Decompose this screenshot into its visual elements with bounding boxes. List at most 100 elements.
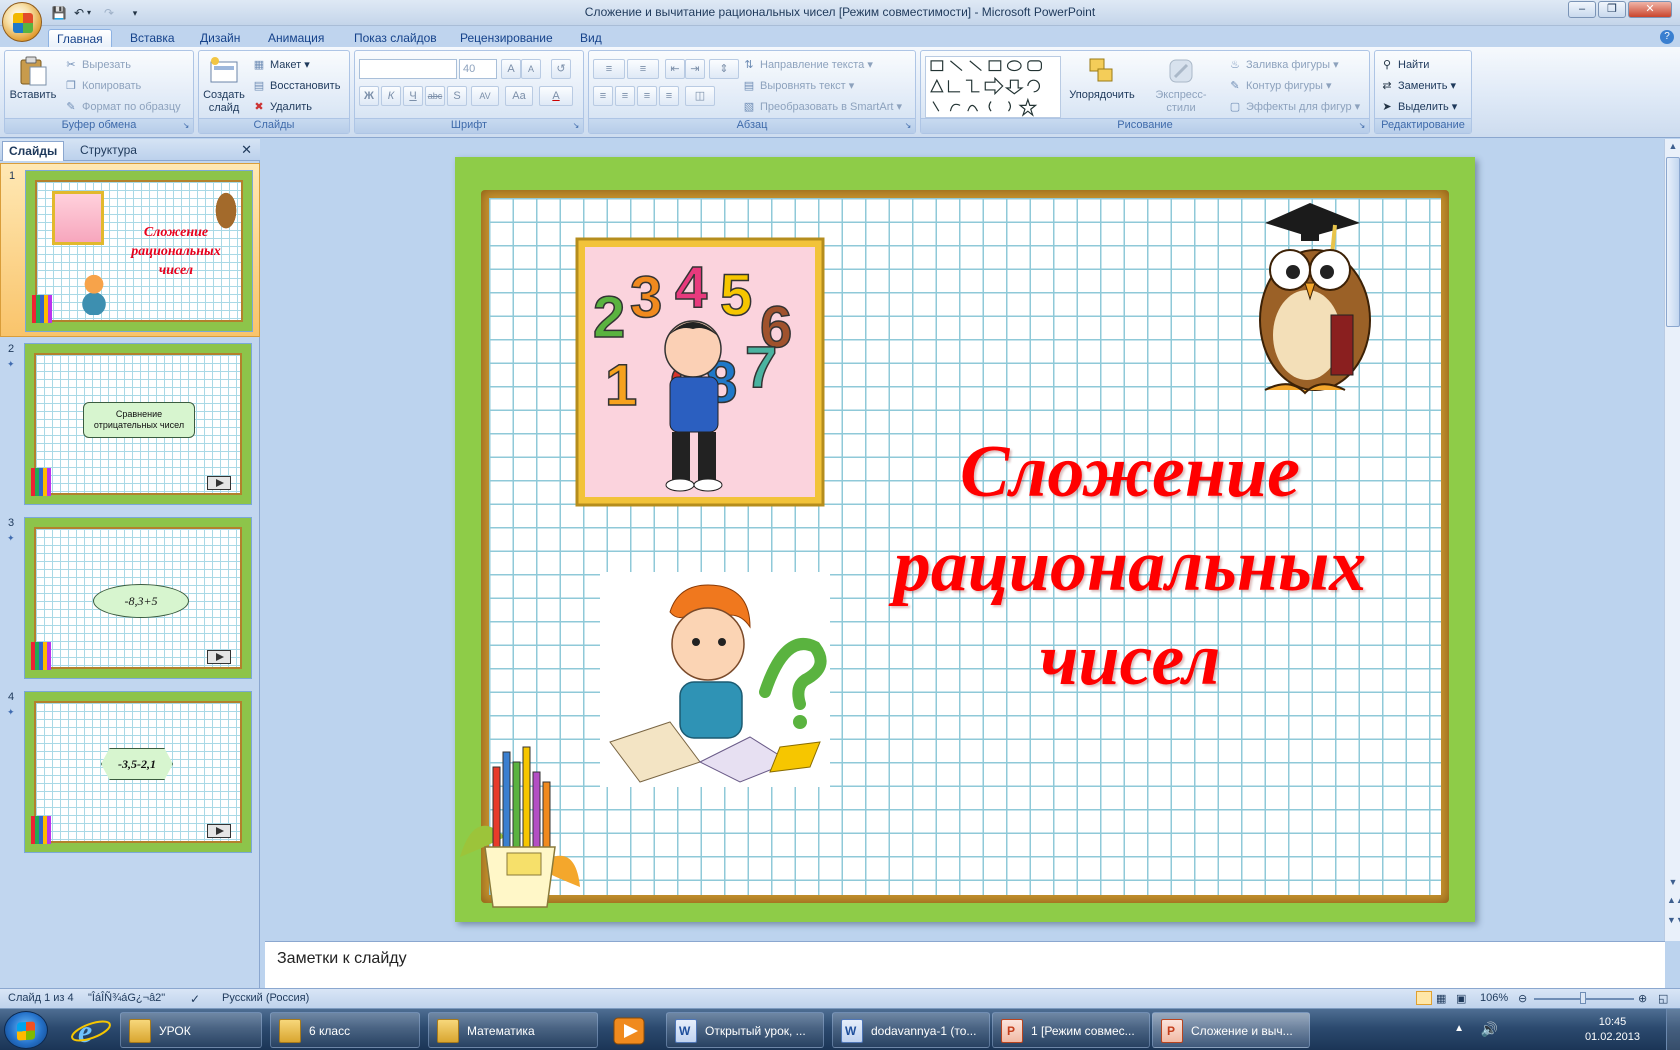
taskbar-item[interactable]: УРОК (120, 1012, 262, 1048)
zoom-level[interactable]: 106% (1480, 992, 1508, 1004)
format-painter-button[interactable]: ✎ Формат по образцу (63, 97, 180, 117)
char-spacing-button[interactable]: AV (471, 86, 499, 106)
paragraph-dialog-launcher-icon[interactable]: ↘ (903, 121, 913, 131)
theme-name[interactable]: "ÎáÎÑ¾áG¿¬â2" (88, 992, 165, 1004)
align-right-button[interactable]: ≡ (637, 86, 657, 106)
taskbar-item[interactable]: 6 класс (270, 1012, 420, 1048)
font-size-field[interactable]: 40 (459, 59, 497, 79)
slideshow-view-icon[interactable]: ▣ (1456, 992, 1466, 1005)
select-button[interactable]: ➤ Выделить ▾ (1379, 97, 1457, 117)
copy-button[interactable]: ❐ Копировать (63, 76, 141, 96)
columns-button[interactable]: ◫ (685, 86, 715, 106)
slide-thumbnail-2[interactable]: 2 ✦ Сравнение отрицательных чисел (0, 337, 260, 511)
fit-to-window-icon[interactable]: ◱ (1658, 992, 1668, 1005)
media-player-icon[interactable] (608, 1012, 652, 1048)
zoom-slider-thumb[interactable] (1580, 992, 1586, 1004)
notes-pane[interactable]: Заметки к слайду (265, 941, 1665, 989)
vertical-scrollbar[interactable]: ▲ ▼ ▲▲ ▼▼ (1664, 139, 1680, 941)
italic-button[interactable]: К (381, 86, 401, 106)
thinking-boy-picture[interactable] (600, 572, 830, 787)
reset-button[interactable]: ▤ Восстановить (251, 76, 341, 96)
office-button[interactable] (2, 2, 42, 42)
tab-insert[interactable]: Вставка (122, 29, 183, 49)
tab-outline[interactable]: Структура (74, 141, 143, 161)
font-dialog-launcher-icon[interactable]: ↘ (571, 121, 581, 131)
bold-button[interactable]: Ж (359, 86, 379, 106)
tab-slideshow[interactable]: Показ слайдов (346, 29, 445, 49)
justify-button[interactable]: ≡ (659, 86, 679, 106)
zoom-in-icon[interactable]: ⊕ (1638, 992, 1647, 1005)
numbers-boy-picture[interactable]: 234 561 987 (575, 237, 825, 507)
help-icon[interactable]: ? (1660, 30, 1674, 44)
quick-styles-button[interactable]: Экспресс-стили (1141, 55, 1221, 115)
clear-format-button[interactable]: ↺ (551, 59, 571, 79)
bullets-button[interactable]: ≡ (593, 59, 625, 79)
tab-review[interactable]: Рецензирование (452, 29, 561, 49)
shape-outline-button[interactable]: ✎ Контур фигуры ▾ (1227, 76, 1331, 96)
slide-title[interactable]: Сложение рациональных чисел (860, 425, 1400, 707)
change-case-button[interactable]: Aa (505, 86, 533, 106)
spellcheck-icon[interactable]: ✓ (190, 992, 200, 1006)
zoom-out-icon[interactable]: ⊖ (1518, 992, 1527, 1005)
tab-view[interactable]: Вид (572, 29, 610, 49)
pencils-cup-picture[interactable] (455, 727, 585, 912)
previous-slide-icon[interactable]: ▲▲ (1667, 895, 1680, 905)
start-button[interactable] (4, 1011, 48, 1049)
smartart-button[interactable]: ▧ Преобразовать в SmartArt ▾ (741, 97, 902, 117)
drawing-dialog-launcher-icon[interactable]: ↘ (1357, 121, 1367, 131)
close-button[interactable]: ✕ (1628, 1, 1672, 18)
align-center-button[interactable]: ≡ (615, 86, 635, 106)
strikethrough-button[interactable]: abc (425, 86, 445, 106)
scroll-down-icon[interactable]: ▼ (1667, 877, 1679, 887)
tab-design[interactable]: Дизайн (192, 29, 248, 49)
scroll-up-icon[interactable]: ▲ (1667, 141, 1679, 151)
internet-explorer-icon[interactable]: e (64, 1012, 118, 1048)
volume-icon[interactable]: 🔊 (1481, 1021, 1498, 1038)
slide-thumbnail-1[interactable]: 1 Сложение рациональных чисел (0, 163, 260, 337)
shape-fill-button[interactable]: ♨ Заливка фигуры ▾ (1227, 55, 1339, 75)
numbering-button[interactable]: ≡ (627, 59, 659, 79)
align-left-button[interactable]: ≡ (593, 86, 613, 106)
clock[interactable]: 10:45 01.02.2013 (1585, 1015, 1640, 1045)
next-slide-icon[interactable]: ▼▼ (1667, 915, 1680, 925)
decrease-indent-button[interactable]: ⇤ (665, 59, 685, 79)
paste-button[interactable]: Вставить (9, 55, 57, 102)
tab-slides[interactable]: Слайды (2, 141, 65, 161)
increase-indent-button[interactable]: ⇥ (685, 59, 705, 79)
font-color-button[interactable]: A (539, 86, 573, 106)
minimize-button[interactable]: – (1568, 1, 1596, 18)
tab-animation[interactable]: Анимация (260, 29, 332, 49)
dialog-launcher-icon[interactable]: ↘ (181, 121, 191, 131)
line-spacing-button[interactable]: ⇕ (709, 59, 739, 79)
text-direction-button[interactable]: ⇅ Направление текста ▾ (741, 55, 872, 75)
new-slide-button[interactable]: Создать слайд (201, 55, 247, 115)
slide[interactable]: 234 561 987 (455, 157, 1475, 922)
taskbar-item[interactable]: dodavannya-1 (то... (832, 1012, 990, 1048)
grow-font-button[interactable]: A (501, 59, 521, 79)
close-panel-icon[interactable]: ✕ (241, 142, 252, 158)
slide-thumbnail-3[interactable]: 3 ✦ -8,3+5 (0, 511, 260, 685)
owl-picture[interactable] (1235, 195, 1385, 405)
show-hidden-icons-icon[interactable]: ▲ (1454, 1023, 1464, 1034)
language-indicator[interactable]: Русский (Россия) (222, 992, 309, 1004)
restore-button[interactable]: ❐ (1598, 1, 1626, 18)
normal-view-icon[interactable] (1416, 991, 1432, 1005)
replace-button[interactable]: ⇄ Заменить ▾ (1379, 76, 1456, 96)
taskbar-item[interactable]: 1 [Режим совмес... (992, 1012, 1150, 1048)
show-desktop-button[interactable] (1666, 1009, 1680, 1050)
underline-button[interactable]: Ч (403, 86, 423, 106)
align-text-button[interactable]: ▤ Выровнять текст ▾ (741, 76, 854, 96)
shapes-gallery[interactable] (925, 56, 1061, 118)
font-name-field[interactable] (359, 59, 457, 79)
layout-button[interactable]: ▦ Макет ▾ (251, 55, 310, 75)
taskbar-item[interactable]: Сложение и выч... (1152, 1012, 1310, 1048)
slide-sorter-icon[interactable]: ▦ (1436, 992, 1446, 1005)
tab-home[interactable]: Главная (48, 29, 112, 49)
shape-effects-button[interactable]: ▢ Эффекты для фигур ▾ (1227, 97, 1360, 117)
cut-button[interactable]: ✂ Вырезать (63, 55, 131, 75)
slide-thumbnail-4[interactable]: 4 ✦ -3,5-2,1 (0, 685, 260, 859)
find-button[interactable]: ⚲ Найти (1379, 55, 1429, 75)
taskbar-item[interactable]: Математика (428, 1012, 598, 1048)
delete-slide-button[interactable]: ✖ Удалить (251, 97, 312, 117)
shrink-font-button[interactable]: A (521, 59, 541, 79)
